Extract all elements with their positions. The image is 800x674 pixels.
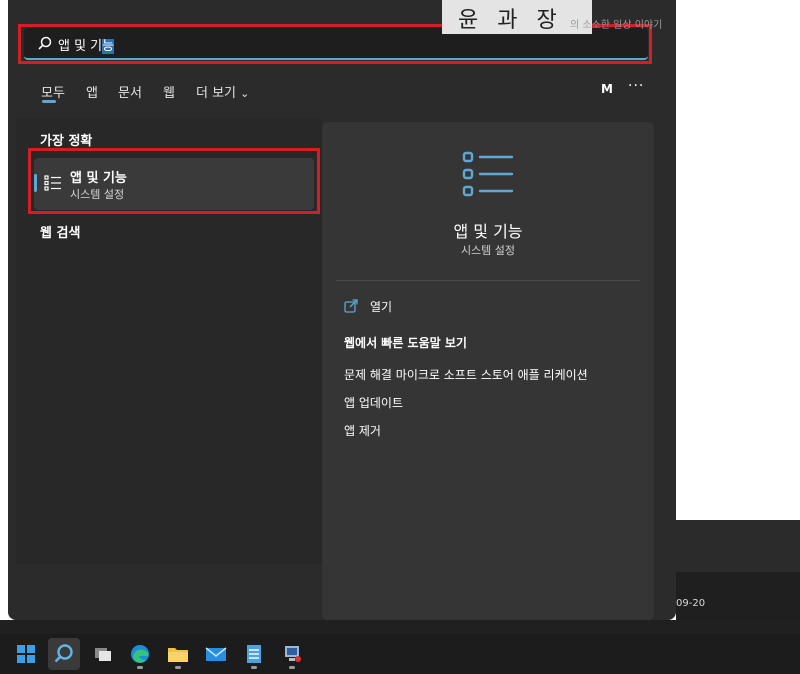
web-search-heading: 웹 검색	[40, 226, 81, 241]
open-label: 열기	[370, 300, 393, 314]
file-explorer-icon[interactable]	[162, 638, 194, 670]
web-link-app-update[interactable]: 앱 업데이트	[344, 394, 403, 411]
more-options-icon[interactable]: ···	[628, 78, 644, 94]
detail-subtitle: 시스템 설정	[460, 244, 516, 257]
tab-all[interactable]: 모두	[41, 82, 65, 101]
background-window-strip	[676, 520, 800, 572]
tab-more[interactable]: 더 보기 ⌄	[196, 82, 249, 101]
list-settings-icon-large	[462, 151, 514, 197]
best-match-heading: 가장 정확	[40, 134, 93, 149]
taskbar-search-icon[interactable]	[48, 638, 80, 670]
detail-pane: 앱 및 기능 시스템 설정 열기 웹에서 빠른 도움말 보기 문제 해결 마이크…	[322, 122, 654, 620]
chevron-down-icon: ⌄	[240, 87, 250, 100]
running-indicator	[251, 666, 257, 669]
detail-title: 앱 및 기능	[453, 222, 523, 241]
windows-logo	[17, 645, 35, 663]
taskbar	[0, 634, 800, 674]
open-external-icon	[344, 299, 358, 313]
mail-glyph	[205, 647, 227, 661]
mail-icon[interactable]	[200, 638, 232, 670]
blog-watermark: 윤 과 장 의 소소한 일상 이야기	[442, 0, 800, 34]
running-indicator	[137, 666, 143, 669]
running-indicator	[289, 666, 295, 669]
running-indicator	[175, 666, 181, 669]
search-glyph	[54, 644, 73, 663]
web-help-heading: 웹에서 빠른 도움말 보기	[344, 336, 467, 350]
detail-divider	[336, 280, 640, 281]
edge-icon[interactable]	[124, 638, 156, 670]
web-link-troubleshoot-store[interactable]: 문제 해결 마이크로 소프트 스토어 애플 리케이션	[344, 366, 588, 383]
tab-web[interactable]: 웹	[163, 82, 175, 101]
active-tab-indicator	[42, 100, 56, 103]
windows-start-icon[interactable]	[10, 638, 42, 670]
task-view-icon[interactable]	[86, 638, 118, 670]
web-link-app-uninstall[interactable]: 앱 제거	[344, 422, 381, 439]
watermark-title: 윤 과 장	[458, 8, 563, 33]
tab-documents[interactable]: 문서	[118, 82, 142, 101]
task-view-glyph	[95, 648, 111, 661]
tab-apps[interactable]: 앱	[86, 82, 98, 101]
notepad-icon[interactable]	[238, 638, 270, 670]
background-date-text: 09-20	[676, 598, 706, 609]
avatar[interactable]: M	[598, 80, 616, 98]
watermark-subtitle: 의 소소한 일상 이야기	[570, 20, 663, 31]
desktop-background	[676, 0, 800, 520]
taskbar-gap	[0, 620, 800, 634]
tab-more-label: 더 보기	[196, 86, 237, 101]
best-match-highlight-frame	[28, 148, 320, 214]
network-app-icon[interactable]	[276, 638, 308, 670]
